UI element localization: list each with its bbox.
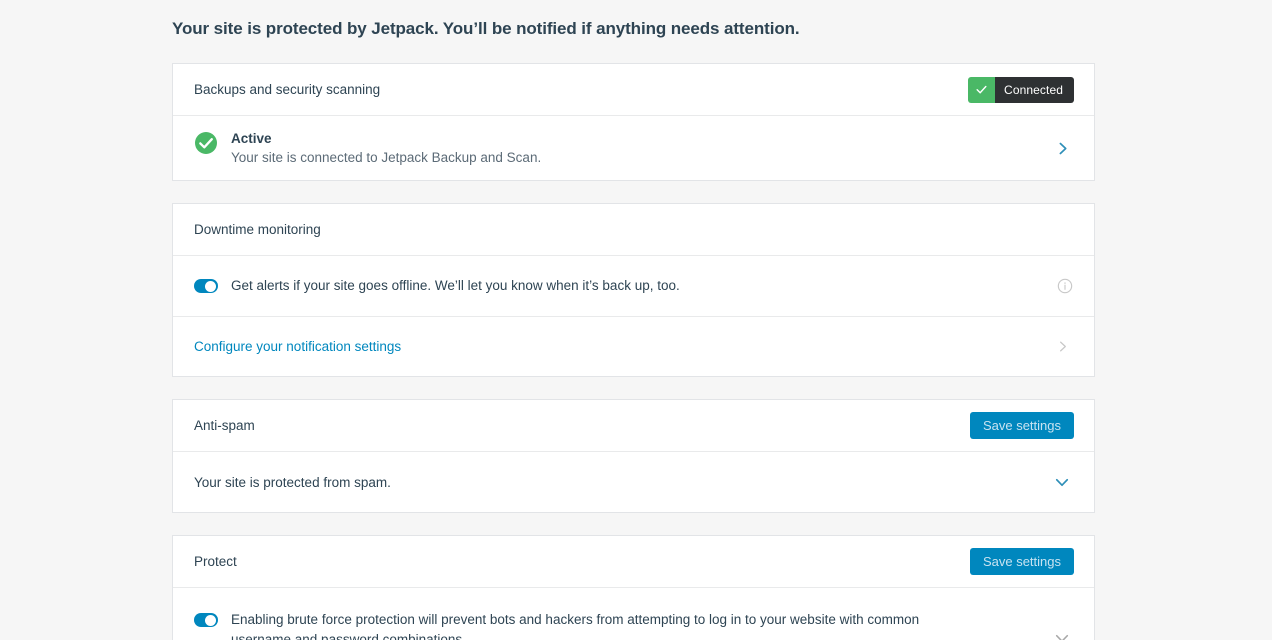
row-backup-status[interactable]: Active Your site is connected to Jetpack… (173, 116, 1094, 180)
row-protect-toggle: Enabling brute force protection will pre… (173, 588, 1094, 640)
toggle-brute-force-protection[interactable] (194, 613, 218, 627)
card-anti-spam: Anti-spam Save settings Your site is pro… (172, 399, 1095, 513)
check-icon (968, 77, 995, 103)
anti-spam-status-text: Your site is protected from spam. (194, 475, 391, 490)
card-protect: Protect Save settings Enabling brute for… (172, 535, 1095, 640)
card-title-protect: Protect (194, 555, 237, 569)
card-title-downtime: Downtime monitoring (194, 223, 321, 237)
link-configure-notification-settings[interactable]: Configure your notification settings (194, 339, 401, 354)
row-left-content: Active Your site is connected to Jetpack… (194, 129, 1050, 167)
card-title-anti-spam: Anti-spam (194, 419, 255, 433)
card-header: Backups and security scanning Connected (173, 64, 1094, 116)
chevron-down-icon[interactable] (1050, 470, 1074, 494)
chevron-down-icon[interactable] (1050, 626, 1074, 640)
toggle-label-protect: Enabling brute force protection will pre… (231, 610, 921, 640)
status-text-group: Active Your site is connected to Jetpack… (231, 129, 541, 167)
chevron-right-icon[interactable] (1050, 136, 1074, 160)
row-downtime-toggle: Get alerts if your site goes offline. We… (173, 256, 1094, 316)
card-header: Downtime monitoring (173, 204, 1094, 256)
save-settings-button-anti-spam[interactable]: Save settings (970, 412, 1074, 439)
save-settings-button-protect[interactable]: Save settings (970, 548, 1074, 575)
status-badge-label: Connected (995, 77, 1074, 103)
chevron-right-icon[interactable] (1050, 335, 1074, 359)
row-notification-settings-link[interactable]: Configure your notification settings (173, 316, 1094, 376)
page-root: Your site is protected by Jetpack. You’l… (0, 0, 1272, 640)
success-check-circle-icon (194, 131, 218, 155)
toggle-knob (205, 615, 216, 626)
toggle-label-downtime: Get alerts if your site goes offline. We… (231, 276, 680, 296)
status-subtitle: Your site is connected to Jetpack Backup… (231, 148, 541, 167)
card-header: Anti-spam Save settings (173, 400, 1094, 452)
settings-content: Your site is protected by Jetpack. You’l… (172, 0, 1095, 640)
page-title: Your site is protected by Jetpack. You’l… (172, 0, 1095, 41)
info-circle-icon[interactable] (1056, 277, 1074, 295)
status-badge-connected: Connected (968, 77, 1074, 103)
toggle-downtime-alerts[interactable] (194, 279, 218, 293)
card-header: Protect Save settings (173, 536, 1094, 588)
toggle-knob (205, 281, 216, 292)
row-left-content: Get alerts if your site goes offline. We… (194, 276, 1056, 296)
status-title-active: Active (231, 129, 541, 148)
row-left-content: Enabling brute force protection will pre… (194, 610, 1050, 640)
card-backups-and-security-scanning: Backups and security scanning Connected (172, 63, 1095, 181)
card-downtime-monitoring: Downtime monitoring Get alerts if your s… (172, 203, 1095, 377)
row-anti-spam-body[interactable]: Your site is protected from spam. (173, 452, 1094, 512)
card-title-backups: Backups and security scanning (194, 83, 380, 97)
